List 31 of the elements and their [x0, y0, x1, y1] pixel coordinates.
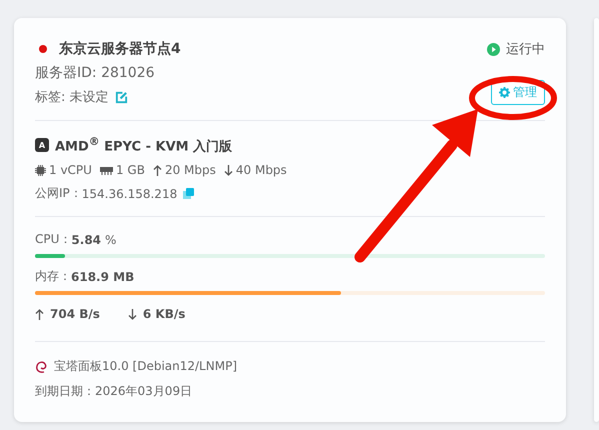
panel-info: 宝塔面板10.0 [Debian12/LNMP] [54, 358, 237, 376]
expiry-date: 到期日期：2026年03月09日 [35, 383, 194, 400]
edit-icon[interactable] [114, 90, 128, 104]
plan-badge: A [35, 138, 49, 152]
memory-icon [100, 166, 113, 175]
server-id: 服务器ID: 281026 [35, 64, 156, 82]
usage-unit: % [105, 232, 116, 247]
arrow-down-icon [224, 164, 233, 176]
arrow-down-icon [128, 308, 137, 320]
copy-icon[interactable] [183, 188, 194, 200]
download-speed: 6 KB/s [142, 307, 186, 322]
usage-label: 内存： [35, 268, 71, 286]
ip-label: 公网IP： [35, 185, 82, 202]
swirl-icon [35, 360, 48, 374]
arrow-up-icon [35, 308, 44, 320]
usage-value: 5.84 [71, 232, 102, 247]
spec-text: 1 vCPU [49, 163, 92, 178]
spec-text: 1 GB [116, 163, 145, 178]
spec-text: 20 Mbps [164, 163, 216, 178]
server-name: 东京云服务器节点4 [59, 40, 181, 58]
chip-icon [35, 164, 46, 176]
status-text: 运行中 [506, 41, 545, 58]
gear-icon [499, 86, 510, 98]
plan-title: AMD$^{®}$ EPYC - KVM 入门版 [55, 135, 232, 156]
upload-speed: 704 B/s [50, 307, 100, 322]
spec-text: 40 Mbps [236, 163, 287, 178]
arrow-up-icon [152, 164, 162, 176]
tag-text: 标签: 未设定 [35, 89, 109, 106]
ip-address: 154.36.158.218 [82, 186, 178, 201]
usage-label: CPU： [35, 231, 72, 248]
usage-value: 618.9 MB [71, 270, 134, 284]
